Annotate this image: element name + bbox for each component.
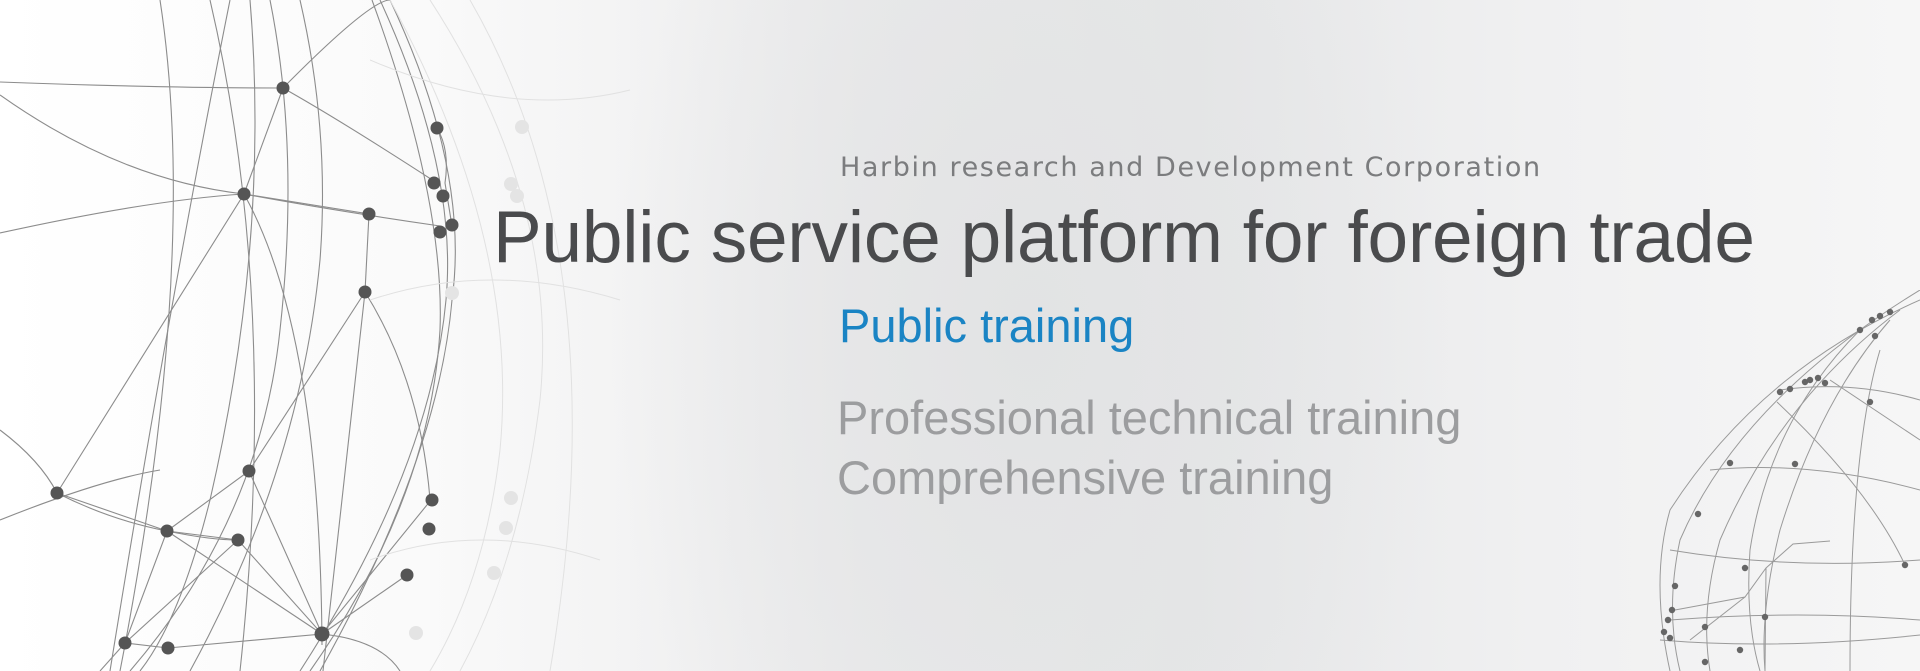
menu-item-professional-technical-training[interactable]: Professional technical training — [837, 390, 1461, 445]
banner: Harbin research and Development Corporat… — [0, 0, 1920, 671]
network-globe-right-icon — [1659, 290, 1920, 671]
menu-item-comprehensive-training[interactable]: Comprehensive training — [837, 450, 1333, 505]
faint-network-globe-icon — [370, 0, 631, 671]
company-name: Harbin research and Development Corporat… — [840, 152, 1542, 183]
menu-item-public-training[interactable]: Public training — [839, 298, 1134, 353]
page-title: Public service platform for foreign trad… — [493, 197, 1755, 278]
